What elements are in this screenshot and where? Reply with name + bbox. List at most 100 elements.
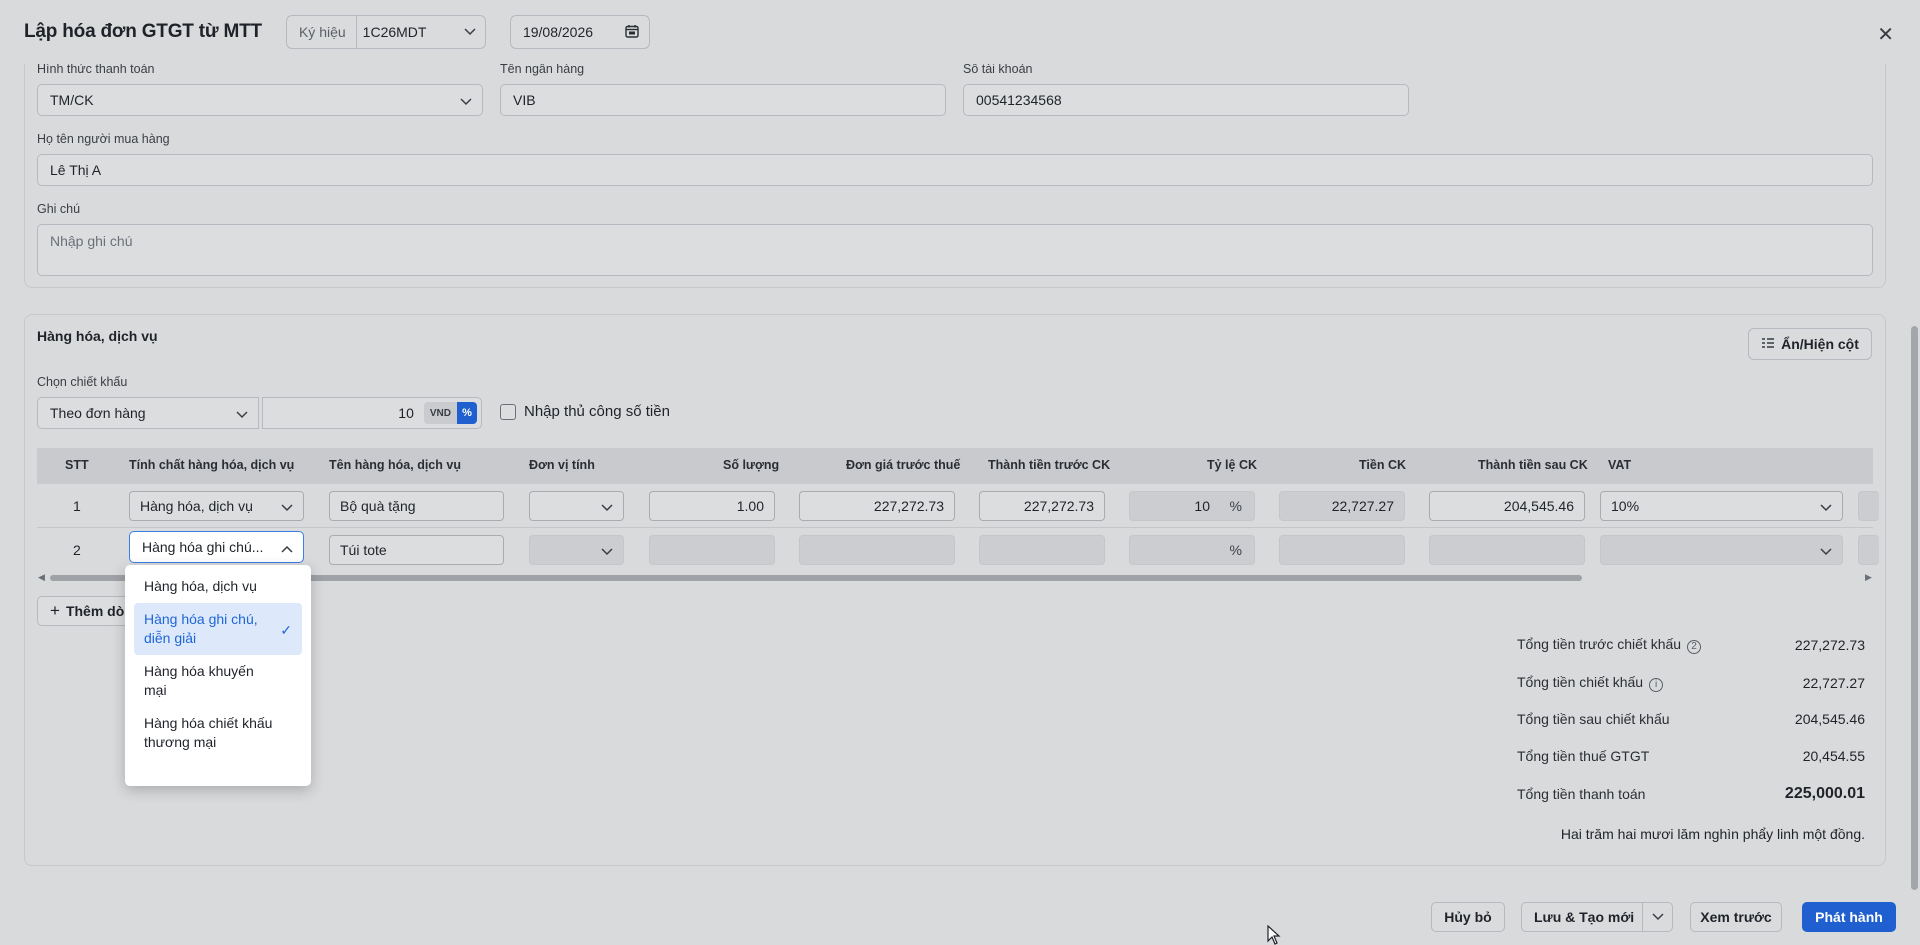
row-2-nature-select[interactable]: Hàng hóa ghi chú...	[129, 531, 304, 563]
dropdown-option[interactable]: Hàng hóa, dịch vụ	[134, 570, 302, 603]
row-2-unit-select[interactable]	[529, 535, 624, 565]
row-2-name-field[interactable]: Túi tote	[329, 535, 504, 565]
vertical-scrollbar[interactable]	[1911, 326, 1918, 890]
col-name: Tên hàng hóa, dịch vụ	[329, 458, 461, 472]
row-2-amount-field[interactable]	[979, 535, 1105, 565]
scroll-left-icon[interactable]: ◀	[38, 572, 45, 583]
help-icon[interactable]: 2	[1687, 639, 1702, 654]
col-qty: Số lượng	[723, 458, 780, 472]
row-1-disc: 22,727.27	[1331, 498, 1394, 514]
row-2-stt: 2	[73, 542, 81, 558]
payment-value: TM/CK	[50, 92, 94, 108]
row-1-name-field[interactable]: Bộ quà tặng	[329, 491, 504, 521]
issue-button[interactable]: Phát hành	[1802, 902, 1896, 932]
unit-percent-toggle[interactable]: %	[457, 402, 477, 424]
dropdown-option[interactable]: Hàng hóa khuyến mại	[134, 655, 302, 707]
option-label: Hàng hóa, dịch vụ	[144, 578, 257, 594]
nature-dropdown-menu: Hàng hóa, dịch vụ Hàng hóa ghi chú, diễn…	[125, 565, 311, 786]
add-row-button[interactable]: + Thêm dòng	[37, 596, 135, 626]
col-after: Thành tiền sau CK	[1478, 458, 1588, 472]
chevron-up-icon	[281, 540, 293, 556]
date-value: 19/08/2026	[522, 24, 594, 40]
post-discount-label: Tổng tiền sau chiết khấu	[1517, 711, 1670, 727]
summary-total: Tổng tiền thanh toán 225,000.01	[1517, 785, 1865, 803]
row-1-rate-field[interactable]: 10 %	[1129, 491, 1255, 521]
kyhieu-value: 1C26MDT	[362, 24, 427, 40]
close-icon[interactable]: ✕	[1877, 22, 1894, 47]
row-2-price-field[interactable]	[799, 535, 955, 565]
account-value: 00541234568	[976, 92, 1062, 108]
total-label: Tổng tiền thanh toán	[1517, 786, 1646, 802]
discount-label: Chọn chiết khấu	[37, 375, 128, 389]
row-1-disc-field: 22,727.27	[1279, 491, 1405, 521]
row-1-vat: 10%	[1611, 498, 1640, 514]
cancel-button[interactable]: Hủy bỏ	[1431, 902, 1505, 932]
chevron-down-icon	[1820, 499, 1832, 515]
option-label: Hàng hóa ghi chú, diễn giải	[144, 611, 258, 646]
discount-type-value: Theo đơn hàng	[50, 405, 146, 421]
amount-in-words: Hai trăm hai mươi lăm nghìn phẩy linh mộ…	[1560, 826, 1865, 842]
save-new-label: Lưu & Tạo mới	[1534, 909, 1635, 925]
post-discount-value: 204,545.46	[1794, 711, 1865, 727]
vat-total-value: 20,454.55	[1802, 748, 1865, 764]
col-disc: Tiền CK	[1359, 458, 1406, 472]
payment-label: Hình thức thanh toán	[37, 62, 155, 76]
calendar-icon[interactable]	[625, 24, 639, 41]
pre-discount-label: Tổng tiền trước chiết khấu	[1517, 636, 1682, 652]
payment-method-select[interactable]: TM/CK	[37, 84, 483, 116]
row-1-price-field[interactable]: 227,272.73	[799, 491, 955, 521]
row-2-disc-field	[1279, 535, 1405, 565]
bank-name-field[interactable]: VIB	[500, 84, 946, 116]
summary-pre-discount: Tổng tiền trước chiết khấu 2 227,272.73	[1517, 636, 1865, 654]
discount-value-input[interactable]: 10 VND %	[262, 397, 482, 429]
account-number-field[interactable]: 00541234568	[963, 84, 1409, 116]
col-unit: Đơn vị tính	[529, 458, 595, 472]
row-2-rate-unit: %	[1229, 542, 1242, 558]
row-1-after-field[interactable]: 204,545.46	[1429, 491, 1585, 521]
info-icon[interactable]: i	[1649, 677, 1664, 692]
row-1-name: Bộ quà tặng	[340, 498, 416, 514]
account-label: Số tài khoản	[963, 62, 1033, 76]
note-textarea[interactable]: Nhập ghi chú	[37, 224, 1873, 276]
col-rate: Tỷ lệ CK	[1207, 458, 1258, 472]
row-2-after-field[interactable]	[1429, 535, 1585, 565]
manual-amount-checkbox[interactable]: Nhập thủ công số tiền	[500, 403, 670, 420]
date-picker[interactable]: 19/08/2026	[509, 15, 650, 49]
unit-vnd-toggle[interactable]: VND	[423, 402, 457, 424]
row-1-nature-select[interactable]: Hàng hóa, dịch vụ	[129, 491, 304, 521]
chevron-down-icon	[236, 406, 248, 422]
note-label: Ghi chú	[37, 202, 81, 216]
save-new-button[interactable]: Lưu & Tạo mới	[1521, 902, 1673, 932]
row-1-amount-field[interactable]: 227,272.73	[979, 491, 1105, 521]
row-2-rate-field[interactable]: %	[1129, 535, 1255, 565]
row-2-vat-select[interactable]	[1600, 535, 1843, 565]
row-1-amount: 227,272.73	[1023, 498, 1094, 514]
kyhieu-label: Ký hiệu	[287, 16, 357, 48]
buyer-name-field[interactable]: Lê Thị A	[37, 154, 1873, 186]
row-1-unit-select[interactable]	[529, 491, 624, 521]
row-1-vat-select[interactable]: 10%	[1600, 491, 1843, 521]
col-price: Đơn giá trước thuế	[846, 458, 961, 472]
vat-total-label: Tổng tiền thuế GTGT	[1517, 748, 1650, 764]
chevron-down-icon	[281, 499, 293, 515]
row-separator	[37, 527, 1873, 528]
row-2-qty-field[interactable]	[649, 535, 775, 565]
preview-button[interactable]: Xem trước	[1690, 902, 1782, 932]
kyhieu-select[interactable]: Ký hiệu 1C26MDT	[285, 15, 486, 49]
row-1-qty-field[interactable]: 1.00	[649, 491, 775, 521]
bank-value: VIB	[513, 92, 536, 108]
chevron-down-icon	[601, 499, 613, 515]
scroll-right-icon[interactable]: ▶	[1865, 572, 1872, 583]
row-1-after: 204,545.46	[1503, 498, 1574, 514]
discount-type-select[interactable]: Theo đơn hàng	[37, 397, 259, 429]
dropdown-option-selected[interactable]: Hàng hóa ghi chú, diễn giải ✓	[134, 603, 302, 655]
row-1-nature: Hàng hóa, dịch vụ	[140, 498, 253, 514]
col-stt: STT	[65, 458, 89, 472]
total-value: 225,000.01	[1784, 785, 1865, 802]
chevron-down-icon[interactable]	[1642, 903, 1673, 931]
toggle-columns-button[interactable]: Ẩn/Hiện cột	[1748, 328, 1872, 360]
dropdown-option[interactable]: Hàng hóa chiết khấu thương mại	[134, 707, 302, 759]
summary-post-discount: Tổng tiền sau chiết khấu 204,545.46	[1517, 711, 1865, 727]
bank-label: Tên ngân hàng	[500, 62, 585, 76]
checkbox[interactable]	[500, 403, 516, 420]
